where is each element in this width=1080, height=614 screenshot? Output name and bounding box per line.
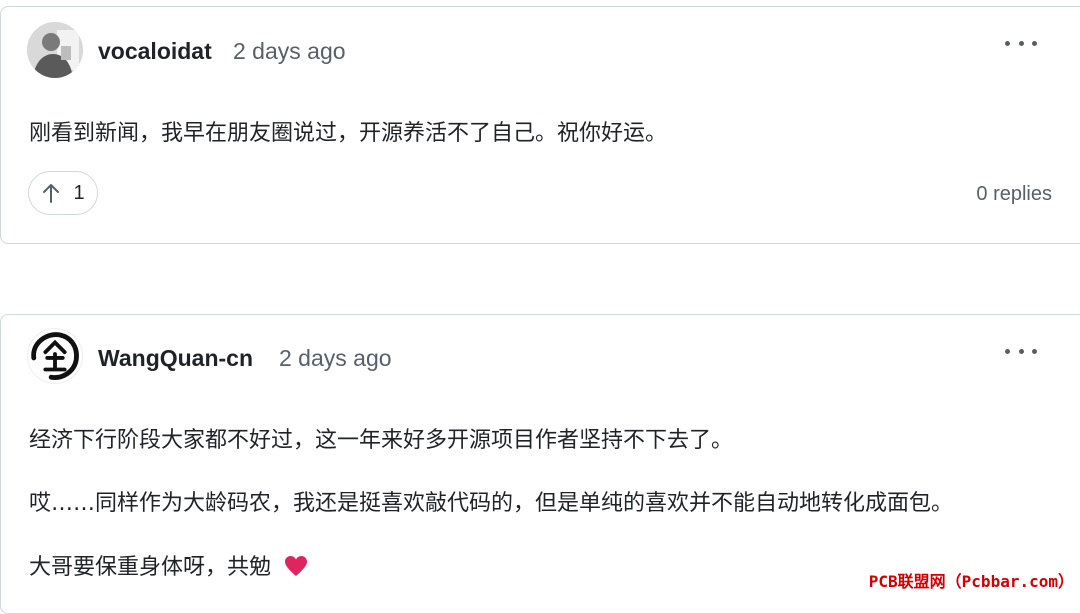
replies-link[interactable]: 0 replies: [976, 183, 1052, 206]
more-options-icon[interactable]: [1005, 341, 1037, 361]
watermark-text: PCB联盟网（Pcbbar.com）: [866, 567, 1076, 593]
heart-emoji-icon: [285, 556, 308, 576]
comment-author[interactable]: vocaloidat: [98, 38, 212, 65]
upvote-count: 1: [73, 181, 85, 204]
calligraphy-logo-avatar-icon: [29, 330, 81, 382]
comment-card: vocaloidat 2 days ago 刚看到新闻，我早在朋友圈说过，开源养…: [0, 6, 1080, 244]
author-avatar[interactable]: [27, 22, 83, 78]
author-avatar[interactable]: [27, 328, 83, 384]
user-photo-avatar-icon: [27, 22, 83, 78]
arrow-up-icon: [43, 184, 60, 203]
more-options-icon[interactable]: [1005, 33, 1037, 53]
comment-timestamp[interactable]: 2 days ago: [233, 38, 346, 65]
comment-body-text: 大哥要保重身体呀，共勉: [29, 555, 272, 580]
upvote-button[interactable]: 1: [28, 171, 98, 215]
comment-body-line: 哎……同样作为大龄码农，我还是挺喜欢敲代码的，但是单纯的喜欢并不能自动地转化成面…: [29, 491, 954, 516]
comment-body-line: 刚看到新闻，我早在朋友圈说过，开源养活不了自己。祝你好运。: [29, 121, 668, 146]
comment-timestamp[interactable]: 2 days ago: [279, 345, 392, 372]
comment-author[interactable]: WangQuan-cn: [98, 345, 253, 372]
comment-body-line: 经济下行阶段大家都不好过，这一年来好多开源项目作者坚持不下去了。: [29, 428, 734, 453]
comment-body-line: 大哥要保重身体呀，共勉: [29, 549, 308, 581]
